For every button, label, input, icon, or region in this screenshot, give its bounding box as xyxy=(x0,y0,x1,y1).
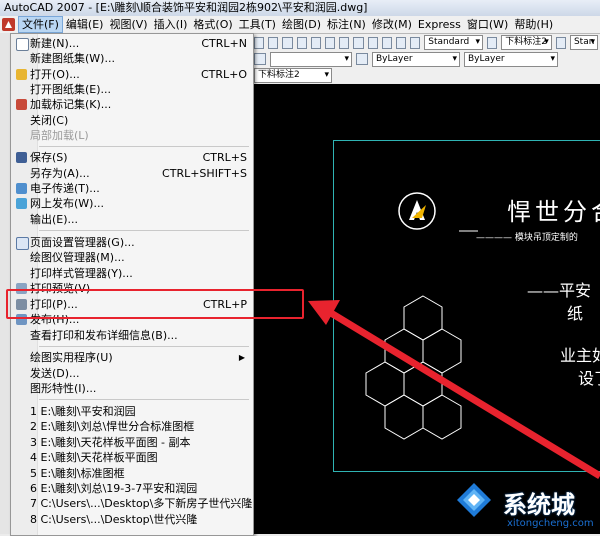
watermark-brand: 系统城 xyxy=(503,491,575,519)
submenu-arrow-icon: ▶ xyxy=(238,353,245,362)
layer-manager-icon[interactable] xyxy=(254,53,266,65)
dim-style-icon xyxy=(487,36,498,49)
menu-bar: 文件(F) 编辑(E) 视图(V) 插入(I) 格式(O) 工具(T) 绘图(D… xyxy=(0,16,600,34)
menu-item-save[interactable]: 保存(S) CTRL+S xyxy=(11,150,253,165)
watermark: 系统城 xitongcheng.com xyxy=(455,481,600,534)
recent-file-item[interactable]: 3 E:\雕刻\天花样板平面图 - 副本 xyxy=(11,435,253,450)
recent-file-item[interactable]: 5 E:\雕刻\标准图框 xyxy=(11,466,253,481)
make-current-icon[interactable] xyxy=(356,53,368,65)
text-style-select[interactable]: Standard xyxy=(424,35,484,50)
print-highlight-box xyxy=(6,289,304,319)
undo-icon[interactable] xyxy=(324,36,336,49)
zoom-icon[interactable] xyxy=(367,36,378,49)
hexagon-pattern xyxy=(365,295,462,440)
table-style-icon xyxy=(555,36,566,49)
watermark-url: xitongcheng.com xyxy=(507,518,594,529)
new-file-icon xyxy=(16,38,29,51)
menu-item-partial-load: 局部加载(L) xyxy=(30,129,89,142)
menu-view[interactable]: 视图(V) xyxy=(106,16,150,33)
menu-item-etransmit[interactable]: 电子传递(T)... xyxy=(11,181,253,196)
watermark-logo-icon xyxy=(457,483,491,517)
recent-file-item[interactable]: 6 E:\雕刻\刘总\19-3-7平安和润园 xyxy=(11,481,253,496)
redo-icon[interactable] xyxy=(339,36,350,49)
copy-icon[interactable] xyxy=(268,36,279,49)
window-title: AutoCAD 2007 - [E:\雕刻\顺合装饰平安和润园2栋902\平安和… xyxy=(4,1,368,14)
menu-insert[interactable]: 插入(I) xyxy=(151,16,191,33)
menu-draw[interactable]: 绘图(D) xyxy=(279,16,324,33)
standard-toolbar: Standard 下料标注2 Stan xyxy=(252,34,600,52)
menu-edit[interactable]: 编辑(E) xyxy=(63,16,107,33)
autocad-app-icon[interactable] xyxy=(2,18,15,31)
etransmit-icon xyxy=(16,183,27,194)
menu-item-drawing-utilities[interactable]: 绘图实用程序(U) ▶ xyxy=(11,350,253,365)
markup-icon xyxy=(16,99,27,110)
drawing-text-1: ——平安 xyxy=(527,281,592,300)
color-select[interactable]: ByLayer xyxy=(372,51,460,67)
design-center-icon[interactable] xyxy=(395,36,407,49)
menu-dimension[interactable]: 标注(N) xyxy=(324,16,369,33)
page-setup-icon xyxy=(16,237,29,250)
pan-icon[interactable] xyxy=(353,36,364,49)
title-bar: AutoCAD 2007 - [E:\雕刻\顺合装饰平安和润园2栋902\平安和… xyxy=(0,0,600,17)
drawing-title: 悍世分合 xyxy=(507,198,600,226)
block-editor-icon[interactable] xyxy=(310,36,321,49)
menu-item-save-as[interactable]: 另存为(A)... CTRL+SHIFT+S xyxy=(11,166,253,181)
recent-file-item[interactable]: 1 E:\雕刻\平安和润园 xyxy=(11,404,253,419)
menu-item-new[interactable]: 新建(N)... CTRL+N xyxy=(11,36,253,51)
menu-separator xyxy=(39,230,249,231)
recent-file-item[interactable]: 4 E:\雕刻\天花样板平面图 xyxy=(11,450,253,465)
menu-file[interactable]: 文件(F) xyxy=(18,16,63,33)
menu-item-drawing-properties[interactable]: 图形特性(I)... xyxy=(11,381,253,396)
menu-help[interactable]: 帮助(H) xyxy=(511,16,556,33)
file-menu-dropdown: 新建(N)... CTRL+N 新建图纸集(W)... 打开(O)... CTR… xyxy=(10,33,254,536)
drawing-subtitle: ———— 模块吊顶定制的 xyxy=(476,233,578,243)
properties-icon[interactable] xyxy=(381,36,392,49)
layer-select[interactable] xyxy=(270,51,352,67)
cut-icon[interactable] xyxy=(254,36,265,49)
dim-style-select[interactable]: 下料标注2 xyxy=(501,35,552,50)
match-properties-icon[interactable] xyxy=(296,36,307,49)
open-folder-icon xyxy=(16,69,27,80)
menu-item-plot-style-manager[interactable]: 打印样式管理器(Y)... xyxy=(11,266,253,281)
recent-file-item[interactable]: 8 C:\Users\...\Desktop\世代兴隆 xyxy=(11,512,253,527)
red-pointer-arrow xyxy=(324,307,600,479)
recent-file-item[interactable]: 7 C:\Users\...\Desktop\多下新房子世代兴隆 xyxy=(11,496,253,511)
menu-separator xyxy=(39,346,249,347)
text-style-icon xyxy=(410,36,421,49)
drawing-text-2: 纸 xyxy=(567,304,584,323)
menu-item-plotter-manager[interactable]: 绘图仪管理器(M)... xyxy=(11,250,253,265)
drawing-text-4: 设了 xyxy=(578,369,600,388)
menu-item-close[interactable]: 关闭(C) xyxy=(11,113,253,128)
menu-item-plot-details[interactable]: 查看打印和发布详细信息(B)... xyxy=(11,328,253,343)
layers-toolbar: ByLayer ByLayer xyxy=(252,51,600,68)
web-publish-icon xyxy=(16,198,27,209)
menu-item-new-sheet-set[interactable]: 新建图纸集(W)... xyxy=(11,51,253,66)
menu-item-export[interactable]: 输出(E)... xyxy=(11,212,253,227)
menu-item-open-sheet-set[interactable]: 打开图纸集(E)... xyxy=(11,82,253,97)
menu-item-page-setup[interactable]: 页面设置管理器(G)... xyxy=(11,235,253,250)
menu-modify[interactable]: 修改(M) xyxy=(369,16,415,33)
menu-item-send[interactable]: 发送(D)... xyxy=(11,366,253,381)
styles-toolbar: 下料标注2 xyxy=(252,67,600,83)
menu-item-open[interactable]: 打开(O)... CTRL+O xyxy=(11,67,253,82)
save-icon xyxy=(16,152,27,163)
table-style-select[interactable]: Stan xyxy=(569,35,598,50)
menu-separator xyxy=(39,399,249,400)
menu-item-web-publish[interactable]: 网上发布(W)... xyxy=(11,196,253,211)
recent-file-item[interactable]: 2 E:\雕刻\刘总\悍世分合标准图框 xyxy=(11,419,253,434)
drawing-text-3: 业主如 xyxy=(560,346,600,365)
menu-tools[interactable]: 工具(T) xyxy=(236,16,279,33)
paste-icon[interactable] xyxy=(282,36,293,49)
dim-style-select-2[interactable]: 下料标注2 xyxy=(254,67,332,83)
drawing-svg xyxy=(324,192,600,479)
company-logo-icon xyxy=(398,192,436,230)
menu-separator xyxy=(39,146,249,147)
menu-express[interactable]: Express xyxy=(415,16,464,33)
drawing-canvas[interactable]: 悍世分合 ———— 模块吊顶定制的 ——平安 纸 业主如 设了 xyxy=(254,84,600,534)
menu-item-load-markup[interactable]: 加载标记集(K)... xyxy=(11,97,253,112)
linetype-select[interactable]: ByLayer xyxy=(464,51,558,67)
menu-format[interactable]: 格式(O) xyxy=(190,16,235,33)
menu-window[interactable]: 窗口(W) xyxy=(464,16,511,33)
